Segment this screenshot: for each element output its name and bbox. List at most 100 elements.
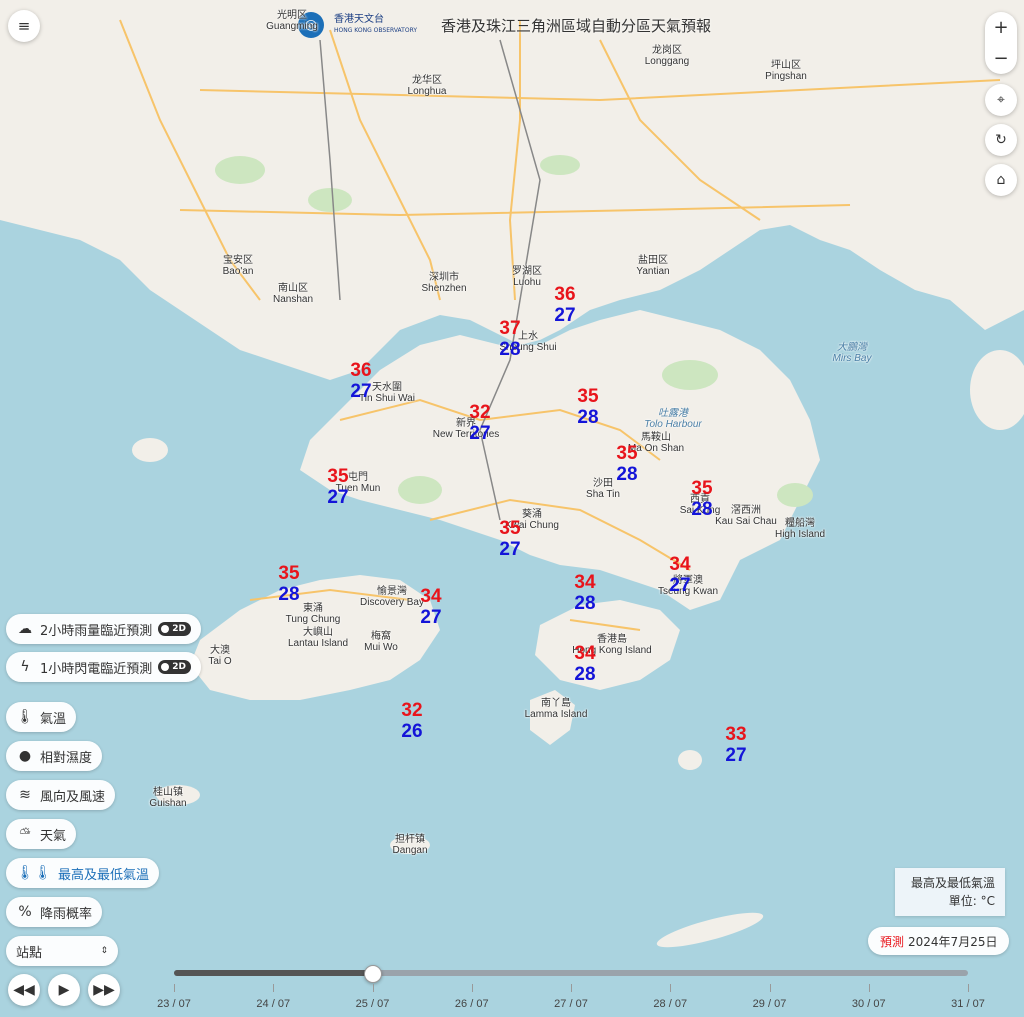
lightning-nowcast-layer[interactable]: ϟ 1小時閃電臨近預測 2D: [6, 652, 202, 682]
fast-forward-icon: ▶▶: [93, 982, 115, 998]
timeline-day-label[interactable]: 25 / 07: [356, 998, 390, 1010]
place-name-zh: 宝安区: [222, 255, 253, 266]
min-temperature: 28: [616, 464, 638, 485]
hko-logo-text: 香港天文台 HONG KONG OBSERVATORY: [334, 14, 417, 36]
layer-humidity[interactable]: ● 相對濕度: [6, 741, 103, 771]
place-label: 罗湖区 Luohu: [512, 266, 542, 288]
station-temperature[interactable]: 33 27: [725, 724, 746, 766]
timeline-tick-mark: [471, 984, 473, 992]
percent-icon: %: [18, 904, 32, 920]
place-label: 宝安区 Bao'an: [223, 255, 254, 277]
place-name-en: High Island: [774, 529, 826, 540]
refresh-icon: ↻: [995, 132, 1007, 148]
place-name-en: Guangming: [266, 21, 318, 32]
place-name-en: Sha Tin: [586, 489, 620, 500]
place-name-zh: 大澳: [210, 645, 230, 656]
play-button[interactable]: ▶: [48, 974, 80, 1006]
rain-nowcast-layer[interactable]: ☁ 2小時雨量臨近預測 2D: [6, 614, 202, 644]
fast-forward-button[interactable]: ▶▶: [88, 974, 120, 1006]
layer-wind[interactable]: ≋ 風向及風速: [6, 780, 116, 810]
timeline-day-label[interactable]: 30 / 07: [852, 998, 886, 1010]
logo-zh: 香港天文台: [334, 14, 384, 25]
station-temperature[interactable]: 32 27: [469, 402, 490, 444]
rewind-icon: ◀◀: [13, 982, 35, 998]
max-temperature: 35: [616, 443, 638, 464]
home-button[interactable]: ⌂: [985, 164, 1017, 196]
place-name-en: Shenzhen: [421, 283, 467, 294]
timeline-progress: [174, 970, 372, 976]
place-name-en: Tolo Harbour: [644, 419, 702, 430]
home-icon: ⌂: [996, 172, 1006, 188]
place-name-zh: 桂山镇: [153, 787, 183, 798]
timeline-day-label[interactable]: 28 / 07: [653, 998, 687, 1010]
layer-weather[interactable]: ⛅︎ 天氣: [6, 819, 77, 849]
station-temperature[interactable]: 35 28: [577, 386, 598, 428]
place-name-en: Lamma Island: [524, 709, 588, 720]
timeline-day-label[interactable]: 31 / 07: [951, 998, 985, 1010]
island: [132, 438, 168, 462]
layer-temperature[interactable]: 🌡︎ 氣溫: [6, 702, 77, 732]
rain-nowcast-2d-toggle[interactable]: 2D: [158, 622, 192, 636]
park: [662, 360, 718, 390]
zoom-control: + −: [985, 12, 1017, 74]
place-label: 大鵬灣 Mirs Bay: [833, 342, 872, 364]
zoom-in-button[interactable]: +: [985, 12, 1017, 43]
station-temperature[interactable]: 34 28: [574, 572, 595, 614]
timeline-day-label[interactable]: 27 / 07: [554, 998, 588, 1010]
min-temperature: 28: [577, 407, 599, 428]
layer-max-min-temp[interactable]: 🌡︎🌡︎ 最高及最低氣溫: [6, 858, 160, 888]
place-name-zh: 馬鞍山: [641, 432, 671, 443]
station-temperature[interactable]: 35 27: [327, 466, 348, 508]
refresh-button[interactable]: ↻: [985, 124, 1017, 156]
sort-arrows-icon: ⇕: [100, 946, 108, 956]
timeline-tick-mark: [273, 984, 275, 992]
min-temperature: 27: [499, 539, 521, 560]
station-temperature[interactable]: 35 28: [691, 478, 712, 520]
place-name-en: Mirs Bay: [832, 353, 872, 364]
place-label: 龙岗区 Longgang: [645, 45, 690, 67]
max-temperature: 34: [574, 643, 596, 664]
layer-label: 天氣: [40, 828, 67, 844]
min-temperature: 27: [350, 381, 372, 402]
timeline-day-label[interactable]: 29 / 07: [753, 998, 787, 1010]
place-label: 担杆镇 Dangan: [392, 834, 427, 856]
menu-button[interactable]: ≡: [8, 10, 40, 42]
station-temperature[interactable]: 36 27: [350, 360, 371, 402]
toggle-label: 2D: [172, 624, 187, 634]
thermometer-icon: 🌡︎: [16, 709, 34, 725]
station-temperature[interactable]: 32 26: [401, 700, 422, 742]
layer-rain-probability[interactable]: % 降雨概率: [6, 897, 103, 927]
place-name-en: Longgang: [644, 56, 690, 67]
timeline-day-label[interactable]: 23 / 07: [157, 998, 191, 1010]
min-temperature: 27: [725, 745, 747, 766]
station-temperature[interactable]: 34 27: [420, 586, 441, 628]
lightning-nowcast-2d-toggle[interactable]: 2D: [158, 660, 192, 674]
rewind-button[interactable]: ◀◀: [8, 974, 40, 1006]
station-temperature[interactable]: 36 27: [554, 284, 575, 326]
station-temperature[interactable]: 35 28: [278, 563, 299, 605]
island: [678, 750, 702, 770]
menu-icon: ≡: [17, 17, 31, 35]
place-name-en: Luohu: [513, 277, 541, 288]
place-name-zh: 深圳市: [428, 272, 459, 283]
timeline-tick-mark: [968, 984, 969, 992]
zoom-out-button[interactable]: −: [985, 43, 1017, 74]
station-temperature[interactable]: 34 28: [574, 643, 595, 685]
timeline-tick-mark: [372, 984, 374, 992]
station-temperature[interactable]: 37 28: [499, 318, 520, 360]
timeline-tick-mark: [174, 984, 175, 992]
timeline-day-label[interactable]: 26 / 07: [455, 998, 489, 1010]
app-header: ◎ 香港天文台 HONG KONG OBSERVATORY 香港及珠江三角洲區域…: [298, 12, 711, 38]
display-mode-select[interactable]: 站點 ⇕: [6, 936, 118, 966]
station-temperature[interactable]: 34 27: [669, 554, 690, 596]
timeline-day-label[interactable]: 24 / 07: [256, 998, 290, 1010]
station-temperature[interactable]: 35 28: [616, 443, 637, 485]
place-name-zh: 南丫島: [541, 698, 571, 709]
place-label: 南山区 Nanshan: [273, 283, 313, 305]
locate-button[interactable]: ⌖: [985, 84, 1017, 116]
place-name-zh: 坪山区: [770, 60, 801, 71]
lightning-nowcast-label: 1小時閃電臨近預測: [40, 661, 153, 677]
station-temperature[interactable]: 35 27: [499, 518, 520, 560]
place-label: 南丫島 Lamma Island: [525, 698, 588, 720]
timeline-handle[interactable]: [364, 965, 382, 983]
